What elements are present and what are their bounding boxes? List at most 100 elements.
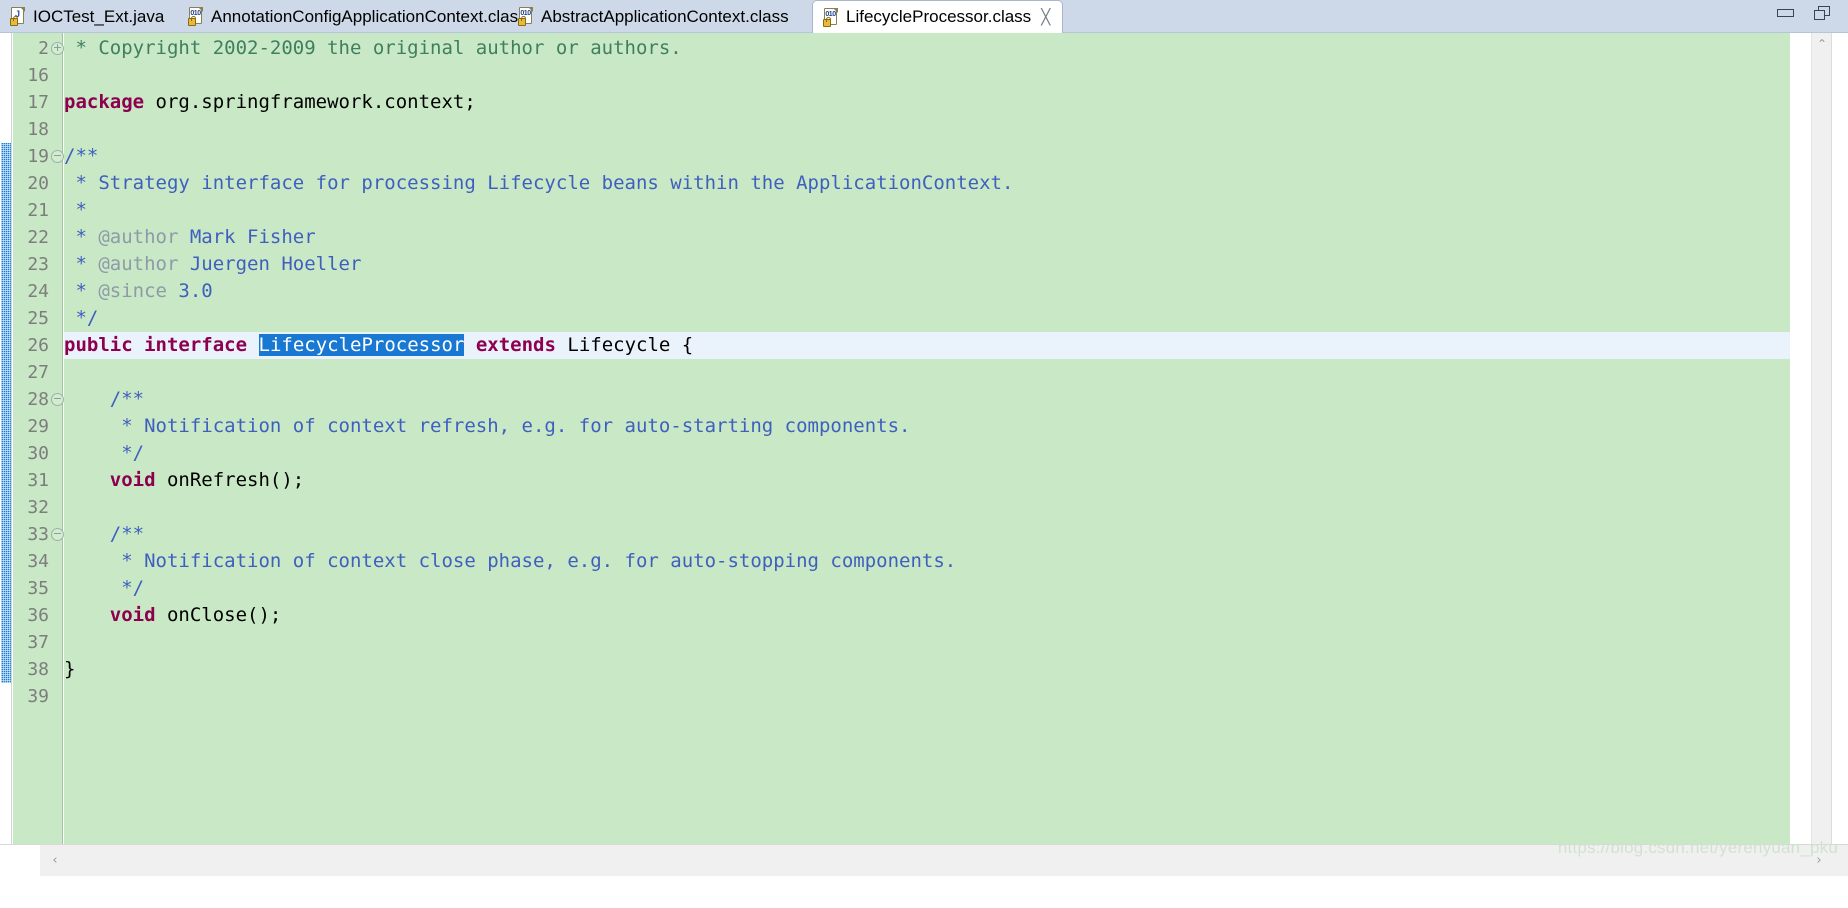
code-line[interactable]: * @since 3.0 [64, 278, 1790, 305]
line-number: 16 [27, 65, 49, 86]
change-bar-marker [1, 143, 11, 683]
close-icon[interactable]: ╳ [1041, 9, 1050, 25]
code-line-text: void onRefresh(); [64, 469, 304, 491]
line-number: 2 [38, 38, 49, 59]
line-number: 23 [27, 254, 49, 275]
editor-body: 2 16 17 18 19 20 21 22 23 24 25 26 27 28 29 30 31 32 33 34 3… [0, 33, 1848, 876]
line-number: 26 [27, 335, 49, 356]
class-file-icon: 010 [188, 7, 205, 26]
line-number: 30 [27, 443, 49, 464]
code-line-text: * [64, 199, 87, 221]
line-number: 24 [27, 281, 49, 302]
code-token: package [64, 91, 145, 113]
code-token: */ [64, 442, 145, 464]
fold-glyph: + [51, 41, 64, 55]
code-token: @author [98, 253, 179, 275]
code-token: * [64, 199, 87, 221]
editor-window: J IOCTest_Ext.java 010 AnnotationConfigAppl… [0, 0, 1848, 908]
java-file-icon: J [10, 7, 27, 26]
code-line[interactable]: * Copyright 2002-2009 the original autho… [64, 35, 1790, 62]
fold-glyph: − [51, 392, 64, 406]
code-line[interactable]: public interface LifecycleProcessor exte… [64, 332, 1790, 359]
minimize-icon[interactable] [1776, 4, 1796, 22]
code-folding-ruler[interactable]: + − − − [51, 33, 64, 876]
code-line[interactable]: /** [64, 521, 1790, 548]
code-token: void [109, 469, 156, 491]
code-line[interactable]: package org.springframework.context; [64, 89, 1790, 116]
fold-collapsed-icon[interactable]: + [51, 35, 64, 62]
code-token: * Strategy interface for processing Life… [64, 172, 1014, 194]
overview-ruler[interactable] [1831, 33, 1848, 876]
code-line-text: * @author Mark Fisher [64, 226, 316, 248]
fold-expanded-icon[interactable]: − [51, 143, 64, 170]
code-line-text: * @author Juergen Hoeller [64, 253, 361, 275]
editor-tab-label: AbstractApplicationContext.class [541, 6, 789, 26]
code-line[interactable]: */ [64, 575, 1790, 602]
restore-maximize-icon[interactable] [1814, 4, 1834, 22]
scroll-right-icon[interactable]: › [1808, 845, 1830, 876]
code-token: } [64, 658, 76, 680]
code-token: public [64, 334, 133, 356]
selected-token: LifecycleProcessor [258, 334, 465, 356]
line-number-ruler: 2 16 17 18 19 20 21 22 23 24 25 26 27 28 29 30 31 32 33 34 3… [13, 33, 51, 876]
scroll-left-icon[interactable]: ‹ [44, 845, 66, 876]
code-token: interface [144, 334, 248, 356]
code-line[interactable]: /** [64, 143, 1790, 170]
line-number: 21 [27, 200, 49, 221]
line-number: 29 [27, 416, 49, 437]
fold-expanded-icon[interactable]: − [51, 386, 64, 413]
code-line[interactable]: * Notification of context close phase, e… [64, 548, 1790, 575]
code-line[interactable] [64, 62, 1790, 89]
line-number: 31 [27, 470, 49, 491]
horizontal-scrollbar[interactable]: ‹ › [0, 844, 1848, 876]
code-line[interactable] [64, 116, 1790, 143]
code-line[interactable]: * @author Juergen Hoeller [64, 251, 1790, 278]
code-text-area[interactable]: * Copyright 2002-2009 the original autho… [64, 33, 1790, 876]
code-line[interactable]: } [64, 656, 1790, 683]
code-line[interactable] [64, 629, 1790, 656]
code-line-text: } [64, 658, 75, 680]
code-line-text: /** [64, 523, 144, 545]
editor-tab-label: LifecycleProcessor.class [846, 7, 1032, 26]
scroll-up-icon[interactable]: ⌃ [1812, 35, 1832, 53]
code-line-text: void onClose(); [64, 604, 282, 626]
code-line[interactable]: * @author Mark Fisher [64, 224, 1790, 251]
code-line[interactable]: * Notification of context refresh, e.g. … [64, 413, 1790, 440]
line-number: 19 [27, 146, 49, 167]
code-token: * Copyright 2002-2009 the original autho… [64, 37, 682, 59]
code-line[interactable]: */ [64, 305, 1790, 332]
code-token: @author [98, 226, 179, 248]
fold-expanded-icon[interactable]: − [51, 521, 64, 548]
editor-tab-1[interactable]: J IOCTest_Ext.java [0, 0, 176, 33]
code-token: Mark Fisher [178, 226, 316, 248]
code-token: * Notification of context close phase, e… [64, 550, 957, 572]
line-number: 27 [27, 362, 49, 383]
editor-tab-3[interactable]: 010 AbstractApplicationContext.class [508, 0, 801, 33]
code-token: 3.0 [166, 280, 213, 302]
code-line-text: package org.springframework.context; [64, 91, 476, 113]
code-line-text: public interface LifecycleProcessor exte… [64, 334, 693, 356]
editor-tab-label: AnnotationConfigApplicationContext.class [211, 6, 527, 26]
editor-tab-label: IOCTest_Ext.java [33, 6, 165, 26]
window-controls [1776, 4, 1834, 22]
code-line[interactable]: void onRefresh(); [64, 467, 1790, 494]
class-file-icon: 010 [823, 7, 840, 27]
code-line[interactable] [64, 494, 1790, 521]
code-line[interactable]: */ [64, 440, 1790, 467]
code-line[interactable]: /** [64, 386, 1790, 413]
code-token: /** [64, 145, 99, 167]
line-number: 36 [27, 605, 49, 626]
editor-tab-2[interactable]: 010 AnnotationConfigApplicationContext.cl… [178, 0, 539, 33]
editor-tab-4[interactable]: 010 LifecycleProcessor.class ╳ [812, 0, 1064, 33]
code-line[interactable]: * Strategy interface for processing Life… [64, 170, 1790, 197]
change-annotation-ruler[interactable] [1, 33, 12, 876]
code-line-text: * @since 3.0 [64, 280, 213, 302]
code-line[interactable]: * [64, 197, 1790, 224]
vertical-scrollbar[interactable]: ⌃ ⌄ [1811, 33, 1831, 876]
code-line[interactable] [64, 683, 1790, 710]
code-line[interactable]: void onClose(); [64, 602, 1790, 629]
code-line[interactable] [64, 359, 1790, 386]
